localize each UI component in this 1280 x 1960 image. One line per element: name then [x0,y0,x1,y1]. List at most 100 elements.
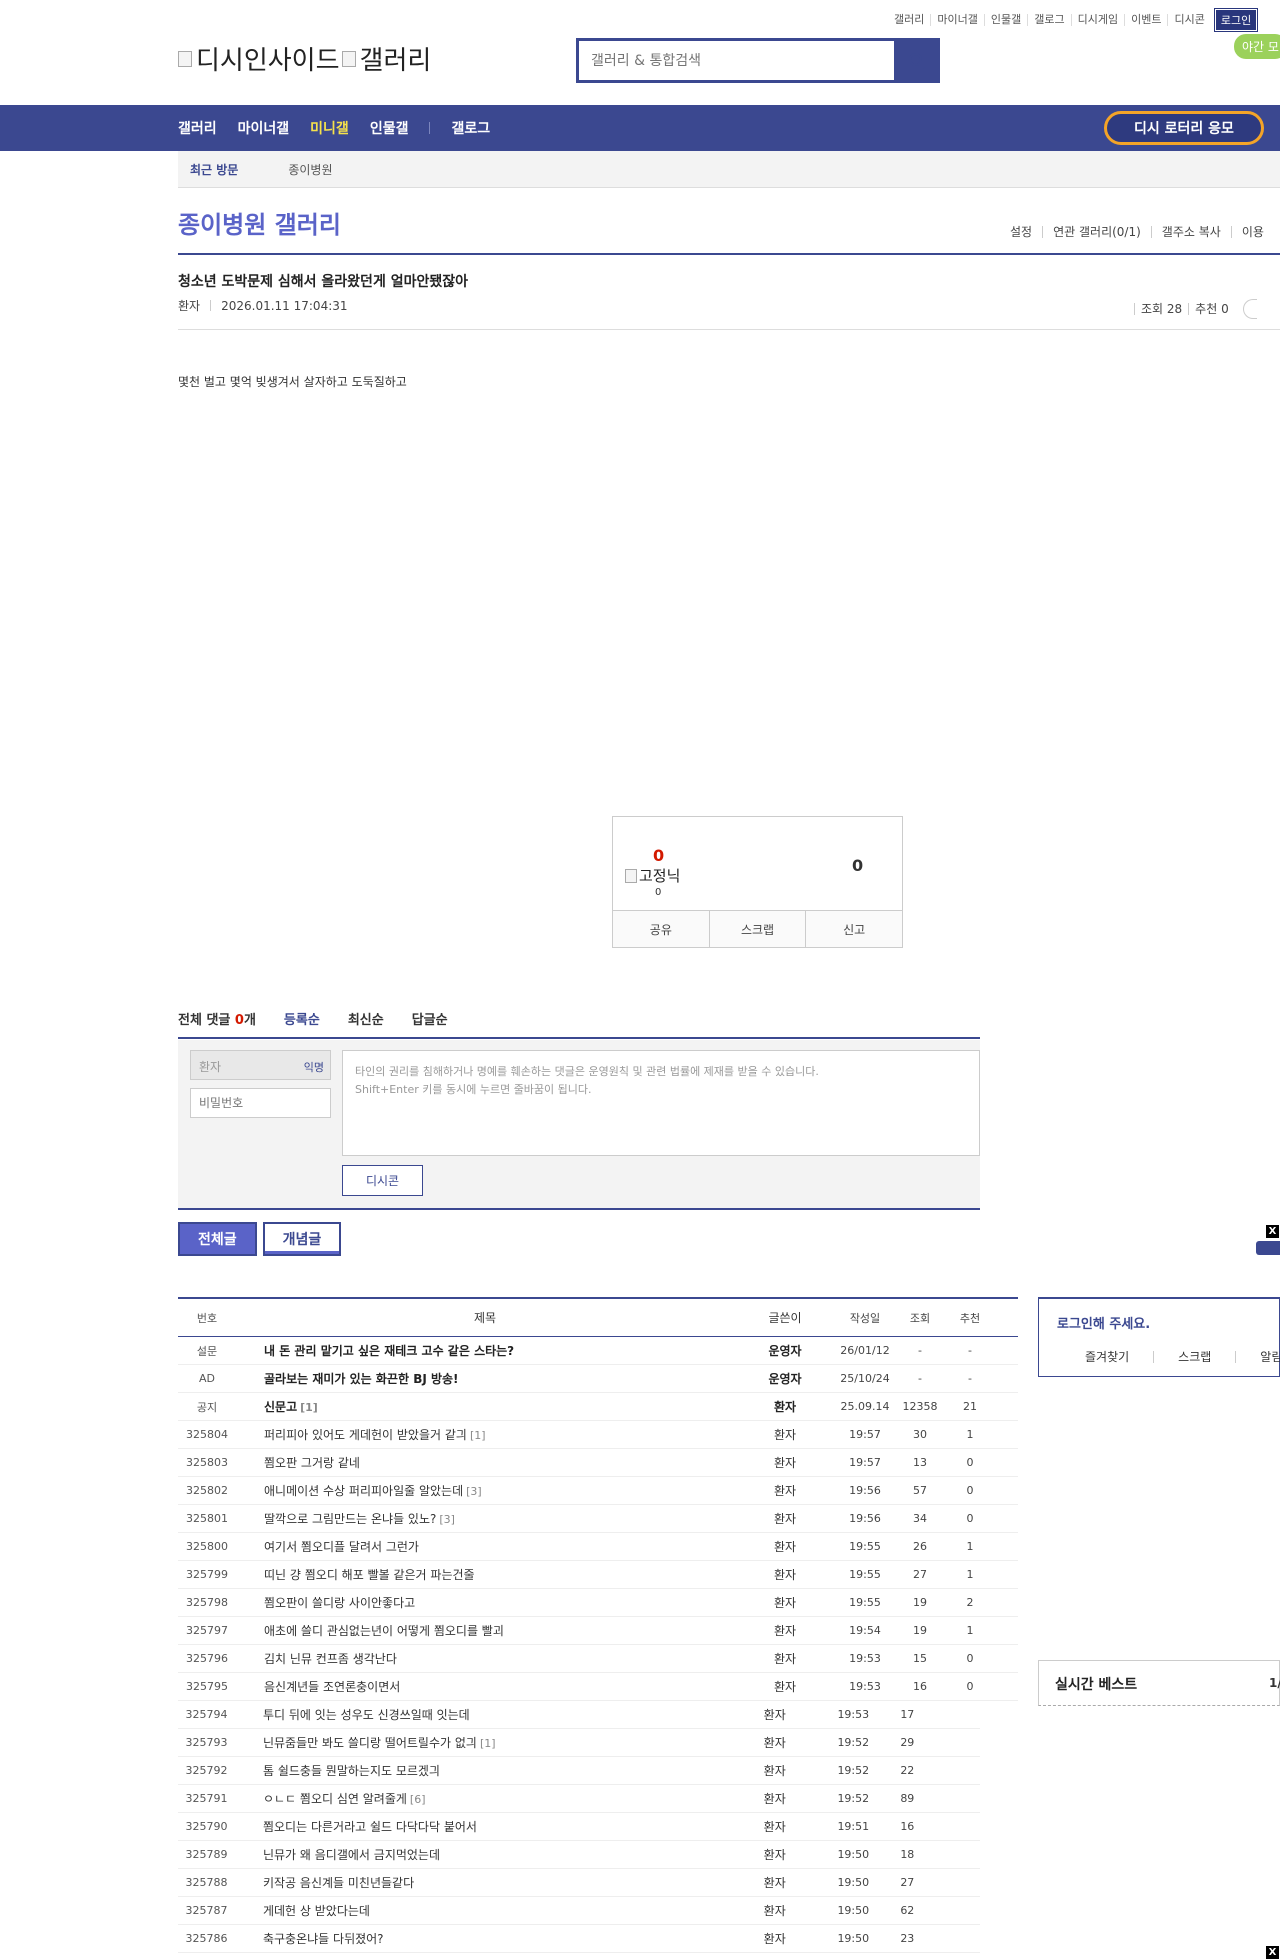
row-title[interactable]: 골라보는 재미가 있는 화끈한 BJ 방송! [236,1370,734,1387]
row-title[interactable]: 김치 닌뮤 컨프좀 생각난다 [236,1650,734,1667]
nickname-field[interactable]: 환자 익명 [190,1050,331,1080]
table-row[interactable]: 325793 닌뮤줌들만 봐도 쓸디랑 떨어트릴수가 없긔 [1] 환자 19:52 29 [178,1729,980,1757]
row-title[interactable]: ㅇㄴㄷ 쬠오디 심연 알려줄게 [6] [235,1790,725,1807]
table-row[interactable]: AD 골라보는 재미가 있는 화끈한 BJ 방송! 운영자 25/10/24 - - [178,1365,1018,1393]
row-writer[interactable]: 환자 [734,1566,836,1583]
table-row[interactable]: 325797 애초에 쓸디 관심없는년이 어떻게 쬠오디를 빨괴 환자 19:54 19… [178,1617,1018,1645]
table-row[interactable]: 325790 쬠오디는 다른거라고 쉴드 다닥다닥 붙어서 환자 19:51 16 [178,1813,980,1841]
gnb-gallog[interactable]: 갤로그 [451,118,490,138]
table-row[interactable]: 325801 딸깍으로 그림만드는 온냐들 있노? [3] 환자 19:56 34 0 [178,1505,1018,1533]
table-row[interactable]: 설문 내 돈 관리 맡기고 싶은 재테크 고수 같은 스타는? 운영자 26/01/1… [178,1337,1018,1365]
row-title[interactable]: 신문고 [1] [236,1398,734,1415]
usage-link[interactable]: 이용 [1230,226,1274,238]
topmenu-minor-gallery[interactable]: 마이너갤 [930,14,983,26]
table-row[interactable]: 325798 쬠오판이 쓸디랑 사이안좋다고 환자 19:55 19 2 [178,1589,1018,1617]
table-row[interactable]: 325789 닌뮤가 왜 음디갤에서 금지먹었는데 환자 19:50 18 [178,1841,980,1869]
topmenu-dccon[interactable]: 디시콘 [1167,14,1210,26]
login-prompt[interactable]: 로그인해 주세요. [1057,1313,1150,1332]
table-row[interactable]: 325791 ㅇㄴㄷ 쬠오디 심연 알려줄게 [6] 환자 19:52 89 [178,1785,980,1813]
table-row[interactable]: 325794 투디 뒤에 잇는 성우도 신경쓰일때 잇는데 환자 19:53 17 [178,1701,980,1729]
row-title[interactable]: 키작공 음신계들 미친년들같다 [235,1874,725,1891]
tab-all-posts[interactable]: 전체글 [178,1222,257,1256]
topmenu-person-gallery[interactable]: 인물갤 [983,14,1027,26]
row-title[interactable]: 톰 쉴드충들 뭔말하는지도 모르겠긔 [235,1762,725,1779]
scrap-link[interactable]: 스크랩 [1153,1351,1235,1363]
row-writer[interactable]: 환자 [725,1790,825,1807]
row-writer[interactable]: 환자 [734,1678,836,1695]
login-button[interactable]: 로그인 [1213,8,1259,32]
row-title[interactable]: 쬠오판이 쓸디랑 사이안좋다고 [236,1594,734,1611]
post-writer[interactable]: 환자 [178,297,200,314]
site-logo[interactable]: 디시인사이드 갤러리 [178,40,431,77]
table-row[interactable]: 공지 신문고 [1] 환자 25.09.14 12358 21 [178,1393,1018,1421]
gallery-settings-link[interactable]: 설정 [1000,226,1042,238]
row-title[interactable]: 띠닌 걍 쬠오디 해포 빨볼 같은거 파는건줄 [236,1566,734,1583]
gallery-title[interactable]: 종이병원 갤러리 [178,205,341,240]
row-title[interactable]: 게데헌 상 받았다는데 [235,1902,725,1919]
row-writer[interactable]: 환자 [734,1538,836,1555]
row-writer[interactable]: 운영자 [734,1342,836,1359]
scrap-button[interactable]: 스크랩 [708,911,806,947]
row-writer[interactable]: 운영자 [734,1370,836,1387]
table-row[interactable]: 325799 띠닌 걍 쬠오디 해포 빨볼 같은거 파는건줄 환자 19:55 27 1 [178,1561,1018,1589]
gnb-minor-gallery[interactable]: 마이너갤 [238,118,290,138]
row-writer[interactable]: 환자 [734,1510,836,1527]
fixed-nick-recommend[interactable]: 고정닉 [625,865,680,886]
sort-latest-tab[interactable]: 최신순 [348,1009,384,1028]
row-writer[interactable]: 환자 [734,1650,836,1667]
share-button[interactable]: 공유 [613,911,709,947]
row-writer[interactable]: 환자 [734,1398,836,1415]
night-mode-toggle[interactable]: 야간 모 [1234,34,1280,59]
table-row[interactable]: 325786 축구충온냐들 다뒤졌어? 환자 19:50 23 [178,1925,980,1953]
row-title[interactable]: 축구충온냐들 다뒤졌어? [235,1930,725,1947]
favorites-link[interactable]: 즐겨찾기 [1085,1351,1153,1363]
row-writer[interactable]: 환자 [734,1622,836,1639]
row-title[interactable]: 쬠오디는 다른거라고 쉴드 다닥다닥 붙어서 [235,1818,725,1835]
table-row[interactable]: 325788 키작공 음신계들 미친년들같다 환자 19:50 27 [178,1869,980,1897]
row-writer[interactable]: 환자 [725,1734,825,1751]
row-title[interactable]: 딸깍으로 그림만드는 온냐들 있노? [3] [236,1510,734,1527]
row-title[interactable]: 닌뮤줌들만 봐도 쓸디랑 떨어트릴수가 없긔 [1] [235,1734,725,1751]
row-writer[interactable]: 환자 [734,1426,836,1443]
topmenu-event[interactable]: 이벤트 [1124,14,1167,26]
reply-count[interactable]: [1] [300,1401,318,1414]
gnb-mini-gallery[interactable]: 미니갤 [310,118,349,138]
report-button[interactable]: 신고 [805,911,903,947]
table-row[interactable]: 325795 음신계년들 조연론충이면서 환자 19:53 16 0 [178,1673,1018,1701]
recent-visit-gallery[interactable]: 종이병원 [288,161,332,178]
topmenu-gallery[interactable]: 갤러리 [888,14,930,26]
row-title[interactable]: 애니메이션 수상 퍼리피아일줄 알았는데 [3] [236,1482,734,1499]
row-writer[interactable]: 환자 [725,1706,825,1723]
row-title[interactable]: 퍼리피아 있어도 게데헌이 받았을거 같긔 [1] [236,1426,734,1443]
recent-visit-title[interactable]: 최근 방문 [190,161,238,178]
row-title[interactable]: 닌뮤가 왜 음디갤에서 금지먹었는데 [235,1846,725,1863]
sort-registered-tab[interactable]: 등록순 [284,1009,320,1028]
row-writer[interactable]: 환자 [734,1482,836,1499]
related-gallery-link[interactable]: 연관 갤러리(0/1) [1042,226,1151,238]
floating-tab[interactable] [1256,1241,1280,1255]
row-writer[interactable]: 환자 [734,1454,836,1471]
reply-count[interactable]: [3] [439,1513,455,1526]
copy-address-link[interactable]: 갤주소 복사 [1150,226,1231,238]
row-title[interactable]: 내 돈 관리 맡기고 싶은 재테크 고수 같은 스타는? [236,1342,734,1359]
realtime-best-page[interactable]: 1/ [1269,1676,1280,1690]
topmenu-gallog[interactable]: 갤로그 [1027,14,1070,26]
table-row[interactable]: 325787 게데헌 상 받았다는데 환자 19:50 62 [178,1897,980,1925]
reply-count[interactable]: [6] [410,1793,426,1806]
row-writer[interactable]: 환자 [734,1594,836,1611]
close-icon[interactable]: X [1266,1946,1279,1959]
table-row[interactable]: 325802 애니메이션 수상 퍼리피아일줄 알았는데 [3] 환자 19:56 57 0 [178,1477,1018,1505]
reply-count[interactable]: [3] [466,1485,482,1498]
post-more-button[interactable] [1242,299,1257,319]
gnb-person-gallery[interactable]: 인물갤 [370,118,409,138]
row-writer[interactable]: 환자 [725,1762,825,1779]
row-title[interactable]: 애초에 쓸디 관심없는년이 어떻게 쬠오디를 빨괴 [236,1622,734,1639]
search-button[interactable] [897,41,937,80]
row-title[interactable]: 투디 뒤에 잇는 성우도 신경쓰일때 잇는데 [235,1706,725,1723]
row-writer[interactable]: 환자 [725,1930,825,1947]
row-writer[interactable]: 환자 [725,1818,825,1835]
row-writer[interactable]: 환자 [725,1902,825,1919]
tab-concept-posts[interactable]: 개념글 [262,1222,342,1256]
sort-reply-tab[interactable]: 답글순 [412,1009,448,1028]
table-row[interactable]: 325804 퍼리피아 있어도 게데헌이 받았을거 같긔 [1] 환자 19:57 30 1 [178,1421,1018,1449]
